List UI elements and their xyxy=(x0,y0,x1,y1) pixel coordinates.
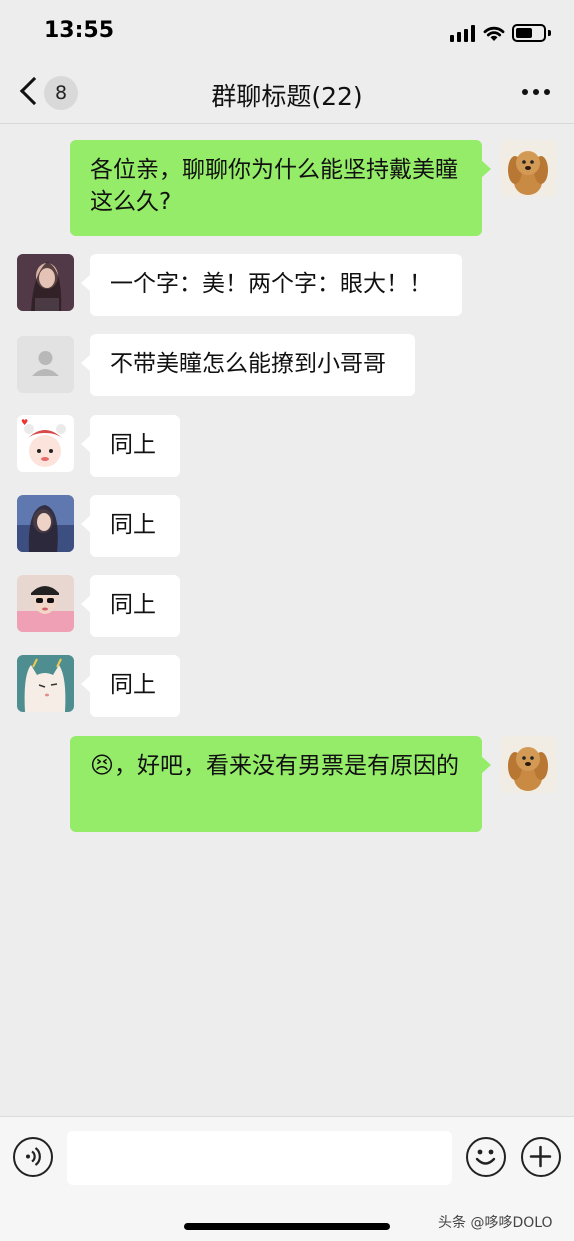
message-text: 不带美瞳怎么能撩到小哥哥 xyxy=(110,351,386,377)
message-text: 同上 xyxy=(110,512,156,538)
message-bubble[interactable]: 😣，好吧，看来没有男票是有原因的 xyxy=(70,736,491,832)
message-bubble[interactable]: 各位亲，聊聊你为什么能坚持戴美瞳这么久? xyxy=(70,140,491,236)
message-text: 同上 xyxy=(110,592,156,618)
chat-area[interactable]: 各位亲，聊聊你为什么能坚持戴美瞳这么久? 一个字：美！两个字：眼大！！ 不带美瞳… xyxy=(0,124,574,1116)
message-incoming: 一个字：美！两个字：眼大！！ xyxy=(0,254,574,316)
message-text: ，好吧，看来没有男票是有原因的 xyxy=(113,753,459,779)
message-input[interactable] xyxy=(67,1131,452,1185)
watermark: 头条 @哆哆DOLO xyxy=(438,1215,553,1231)
message-bubble[interactable]: 一个字：美！两个字：眼大！！ xyxy=(81,254,462,316)
default-avatar[interactable] xyxy=(17,336,74,393)
smiley-icon xyxy=(475,1149,496,1165)
message-text: 同上 xyxy=(110,672,156,698)
more-options-button[interactable] xyxy=(518,82,554,102)
message-bubble[interactable]: 同上 xyxy=(81,415,180,477)
woman-avatar[interactable] xyxy=(17,254,74,311)
emoji-button[interactable] xyxy=(466,1137,506,1177)
wifi-icon xyxy=(483,26,505,41)
message-incoming: 同上 xyxy=(0,495,574,557)
battery-tip xyxy=(548,30,551,36)
chat-title: 群聊标题(22) xyxy=(211,82,363,111)
message-incoming: 同上 xyxy=(0,575,574,637)
cartoon-girl-avatar[interactable]: ♥ xyxy=(17,415,74,472)
message-text: 各位亲，聊聊你为什么能坚持戴美瞳这么久? xyxy=(90,157,458,215)
voice-icon xyxy=(26,1147,41,1166)
message-text: 同上 xyxy=(110,432,156,458)
message-outgoing: 各位亲，聊聊你为什么能坚持戴美瞳这么久? xyxy=(0,140,574,236)
cap-girl-avatar[interactable] xyxy=(17,575,74,632)
message-text: 一个字：美！两个字：眼大！！ xyxy=(110,271,432,297)
dot-icon xyxy=(533,89,539,95)
battery-icon xyxy=(512,24,546,42)
message-bubble[interactable]: 同上 xyxy=(81,655,180,717)
home-indicator[interactable] xyxy=(184,1223,390,1230)
plus-button[interactable] xyxy=(521,1137,561,1177)
cat-avatar[interactable] xyxy=(17,655,74,712)
signal-icon xyxy=(450,25,475,42)
status-time: 13:55 xyxy=(44,18,115,43)
dot-icon xyxy=(522,89,528,95)
photo-girl-avatar[interactable] xyxy=(17,495,74,552)
message-bubble[interactable]: 同上 xyxy=(81,495,180,557)
dog-avatar[interactable] xyxy=(500,140,557,197)
dot-icon xyxy=(544,89,550,95)
message-incoming: ♥ 同上 xyxy=(0,415,574,477)
message-outgoing: 😣，好吧，看来没有男票是有原因的 xyxy=(0,736,574,832)
dog-avatar[interactable] xyxy=(500,736,557,793)
message-incoming: 不带美瞳怎么能撩到小哥哥 xyxy=(0,334,574,396)
message-incoming: 同上 xyxy=(0,655,574,717)
persevere-emoji: 😣 xyxy=(90,753,114,779)
plus-icon xyxy=(529,1145,552,1168)
voice-button[interactable] xyxy=(13,1137,53,1177)
input-bar: 头条 @哆哆DOLO xyxy=(0,1116,574,1241)
svg-text:♥: ♥ xyxy=(21,418,28,427)
status-bar: 13:55 xyxy=(0,0,574,62)
message-bubble[interactable]: 不带美瞳怎么能撩到小哥哥 xyxy=(81,334,415,396)
nav-bar: 8 群聊标题(22) xyxy=(0,62,574,124)
message-bubble[interactable]: 同上 xyxy=(81,575,180,637)
